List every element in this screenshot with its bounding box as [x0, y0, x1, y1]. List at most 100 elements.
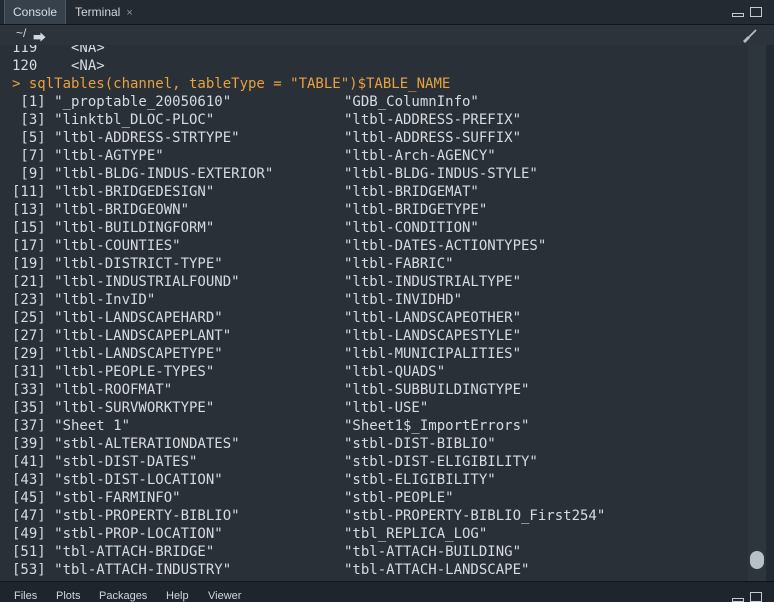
console-left-value: [43] "stbl-DIST-LOCATION"	[12, 472, 223, 488]
console-output-line: [23] "ltbl-InvID"	[12, 291, 155, 309]
console-left-value: [23] "ltbl-InvID"	[12, 292, 156, 308]
console-left-value: [53] "tbl-ATTACH-INDUSTRY"	[12, 562, 232, 578]
window-controls	[732, 7, 762, 17]
console-command-line: > sqlTables(channel, tableType = "TABLE"…	[12, 75, 450, 93]
console-left-value: [17] "ltbl-COUNTIES"	[12, 238, 181, 254]
tab-terminal[interactable]: Terminal ×	[67, 0, 141, 24]
console-left-value: [9] "ltbl-BLDG-INDUS-EXTERIOR"	[12, 166, 274, 182]
scrollbar-thumb[interactable]	[750, 551, 764, 569]
console-left-value: [51] "tbl-ATTACH-BRIDGE"	[12, 544, 215, 560]
console-left-value: [15] "ltbl-BUILDINGFORM"	[12, 220, 215, 236]
console-left-value: 119 <NA>	[12, 45, 105, 56]
console-left-value: [19] "ltbl-DISTRICT-TYPE"	[12, 256, 223, 272]
console-left-value: [7] "ltbl-AGTYPE"	[12, 148, 164, 164]
console-output-line: 120 <NA>	[12, 57, 105, 75]
console-left-value: [47] "stbl-PROPERTY-BIBLIO"	[12, 508, 240, 524]
console-left-value: [45] "stbl-FARMINFO"	[12, 490, 181, 506]
console-left-value: [3] "linktbl_DLOC-PLOC"	[12, 112, 215, 128]
console-output[interactable]: 119 <NA> 120 <NA> > sqlTables(channel, tab…	[0, 45, 748, 581]
console-left-value: [31] "ltbl-PEOPLE-TYPES"	[12, 364, 215, 380]
console-left-value: [21] "ltbl-INDUSTRIALFOUND"	[12, 274, 240, 290]
console-output-line: [31] "ltbl-PEOPLE-TYPES"	[12, 363, 214, 381]
maximize-icon[interactable]	[750, 7, 762, 17]
console-output-line: [19] "ltbl-DISTRICT-TYPE"	[12, 255, 223, 273]
console-output-line: [47] "stbl-PROPERTY-BIBLIO"	[12, 507, 240, 525]
console-right-value: "ltbl-INVIDHD"	[344, 292, 463, 308]
console-right-value: "ltbl-INDUSTRIALTYPE"	[344, 274, 522, 290]
tab-console[interactable]: Console	[4, 0, 66, 24]
pane-edge	[766, 45, 774, 581]
close-icon[interactable]: ×	[126, 1, 132, 25]
console-right-value: "ltbl-QUADS"	[344, 364, 446, 380]
console-output-line: [13] "ltbl-BRIDGEOWN"	[12, 201, 189, 219]
console-right-value: "ltbl-Arch-AGENCY"	[344, 148, 496, 164]
console-right-value: "stbl-ELIGIBILITY"	[344, 472, 496, 488]
clear-console-icon[interactable]	[740, 26, 758, 44]
vertical-scrollbar[interactable]	[748, 45, 766, 581]
console-right-value: "ltbl-BLDG-INDUS-STYLE"	[344, 166, 538, 182]
tab-files[interactable]: Files	[14, 591, 37, 602]
console-output-line: [9] "ltbl-BLDG-INDUS-EXTERIOR"	[12, 165, 273, 183]
tab-packages[interactable]: Packages	[99, 591, 147, 602]
console-right-value: "stbl-DIST-ELIGIBILITY"	[344, 454, 538, 470]
console-output-line: [29] "ltbl-LANDSCAPETYPE"	[12, 345, 223, 363]
console-output-line: [33] "ltbl-ROOFMAT"	[12, 381, 172, 399]
console-output-line: [17] "ltbl-COUNTIES"	[12, 237, 181, 255]
console-right-value: "ltbl-ADDRESS-SUFFIX"	[344, 130, 522, 146]
console-left-value: [27] "ltbl-LANDSCAPEPLANT"	[12, 328, 232, 344]
console-left-value: [11] "ltbl-BRIDGEDESIGN"	[12, 184, 215, 200]
console-left-value: [1] "_proptable_20050610"	[12, 94, 232, 110]
console-left-value: [35] "ltbl-SURVWORKTYPE"	[12, 400, 215, 416]
console-right-value: "GDB_ColumnInfo"	[344, 94, 479, 110]
tab-plots[interactable]: Plots	[56, 591, 80, 602]
console-right-value: "stbl-PEOPLE"	[344, 490, 454, 506]
minimize-icon[interactable]	[732, 13, 744, 17]
console-output-line: [21] "ltbl-INDUSTRIALFOUND"	[12, 273, 240, 291]
console-right-value: "tbl_REPLICA_LOG"	[344, 526, 488, 542]
console-right-value: "ltbl-CONDITION"	[344, 220, 479, 236]
console-right-value: "ltbl-SUBBUILDINGTYPE"	[344, 382, 530, 398]
tab-viewer[interactable]: Viewer	[208, 591, 241, 602]
console-right-value: "tbl-ATTACH-BUILDING"	[344, 544, 522, 560]
console-output-line: [27] "ltbl-LANDSCAPEPLANT"	[12, 327, 231, 345]
console-right-value: "stbl-DIST-BIBLIO"	[344, 436, 496, 452]
console-output-line: [49] "stbl-PROP-LOCATION"	[12, 525, 223, 543]
console-left-value: [13] "ltbl-BRIDGEOWN"	[12, 202, 190, 218]
console-right-value: "ltbl-LANDSCAPEOTHER"	[344, 310, 522, 326]
console-output-line: 119 <NA>	[12, 45, 105, 57]
console-right-value: "ltbl-ADDRESS-PREFIX"	[344, 112, 522, 128]
console-right-value: "ltbl-USE"	[344, 400, 429, 416]
tab-terminal-label: Terminal	[75, 5, 121, 19]
console-right-value: "stbl-PROPERTY-BIBLIO_First254"	[344, 508, 606, 524]
console-output-line: [35] "ltbl-SURVWORKTYPE"	[12, 399, 214, 417]
console-output-line: [41] "stbl-DIST-DATES"	[12, 453, 197, 471]
console-output-line: [37] "Sheet 1"	[12, 417, 130, 435]
console-right-value: "Sheet1$_ImportErrors"	[344, 418, 530, 434]
console-output-line: [45] "stbl-FARMINFO"	[12, 489, 181, 507]
console-right-value: "tbl-ATTACH-LANDSCAPE"	[344, 562, 530, 578]
console-left-value: [5] "ltbl-ADDRESS-STRTYPE"	[12, 130, 240, 146]
console-output-line: [25] "ltbl-LANDSCAPEHARD"	[12, 309, 223, 327]
console-left-value: [39] "stbl-ALTERATIONDATES"	[12, 436, 240, 452]
console-prompt: >	[12, 76, 29, 92]
minimize-icon[interactable]	[732, 598, 744, 602]
working-directory-label: ~/	[16, 26, 27, 40]
console-left-value: [25] "ltbl-LANDSCAPEHARD"	[12, 310, 223, 326]
console-left-value: [29] "ltbl-LANDSCAPETYPE"	[12, 346, 223, 362]
console-output-line: [1] "_proptable_20050610"	[12, 93, 231, 111]
console-output-line: [11] "ltbl-BRIDGEDESIGN"	[12, 183, 214, 201]
tab-console-label: Console	[13, 5, 58, 19]
console-output-line: [3] "linktbl_DLOC-PLOC"	[12, 111, 214, 129]
console-left-value: 120 <NA>	[12, 58, 105, 74]
bottom-pane-tabbar: Files Plots Packages Help Viewer	[0, 581, 774, 602]
console-command-text: sqlTables(channel, tableType = "TABLE")$…	[28, 76, 451, 92]
console-left-value: [49] "stbl-PROP-LOCATION"	[12, 526, 223, 542]
console-right-value: "ltbl-FABRIC"	[344, 256, 454, 272]
tab-help[interactable]: Help	[166, 591, 189, 602]
console-output-line: [15] "ltbl-BUILDINGFORM"	[12, 219, 214, 237]
console-right-value: "ltbl-BRIDGEMAT"	[344, 184, 479, 200]
console-right-value: "ltbl-DATES-ACTIONTYPES"	[344, 238, 547, 254]
go-to-directory-icon[interactable]: ⮕	[33, 27, 46, 46]
console-left-value: [37] "Sheet 1"	[12, 418, 131, 434]
console-left-value: [41] "stbl-DIST-DATES"	[12, 454, 198, 470]
